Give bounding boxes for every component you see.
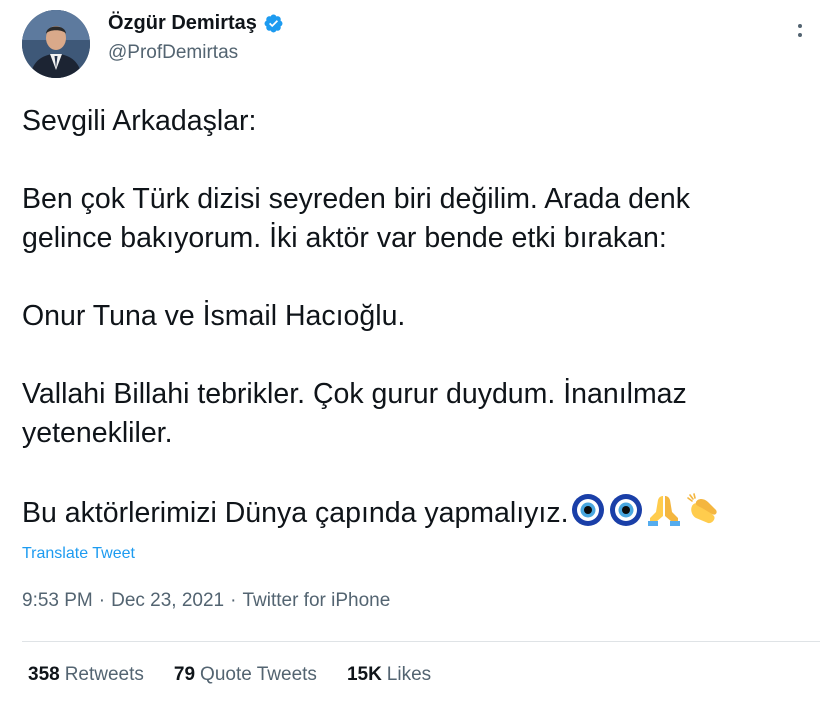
display-name-row: Özgür Demirtaş xyxy=(108,10,284,36)
nazar-amulet-icon xyxy=(572,494,605,526)
tweet-line: yetenekliler. xyxy=(22,417,173,449)
author-block: Özgür Demirtaş @ProfDemirtas xyxy=(108,10,284,64)
retweets-stat[interactable]: 358 Retweets xyxy=(28,664,144,686)
more-dot-icon xyxy=(798,24,802,28)
tweet-time[interactable]: 9:53 PM xyxy=(22,590,93,612)
display-name[interactable]: Özgür Demirtaş xyxy=(108,12,257,35)
tweet-line: Sevgili Arkadaşlar: xyxy=(22,105,257,137)
more-options-button[interactable] xyxy=(792,18,812,48)
quote-tweets-stat[interactable]: 79 Quote Tweets xyxy=(174,664,317,686)
more-dot-icon xyxy=(798,33,802,37)
handle[interactable]: @ProfDemirtas xyxy=(108,42,284,64)
verified-badge-icon xyxy=(264,14,283,32)
meta-separator: · xyxy=(230,590,237,611)
tweet-date[interactable]: Dec 23, 2021 xyxy=(111,590,224,612)
tweet-line: Bu aktörlerimizi Dünya çapında yapmalıyı… xyxy=(22,497,569,529)
emoji-row xyxy=(568,492,720,528)
retweets-count: 358 xyxy=(28,664,60,685)
folded-hands-icon xyxy=(648,496,681,526)
quote-tweets-label: Quote Tweets xyxy=(200,664,317,685)
divider xyxy=(22,641,820,642)
tweet-header: Özgür Demirtaş @ProfDemirtas xyxy=(22,6,812,82)
retweets-label: Retweets xyxy=(64,664,144,685)
meta-separator: · xyxy=(98,590,106,611)
tweet-line: Vallahi Billahi tebrikler. Çok gurur duy… xyxy=(22,378,687,410)
tweet-line: gelince bakıyorum. İki aktör var bende e… xyxy=(22,222,667,254)
tweet-source[interactable]: Twitter for iPhone xyxy=(242,590,390,612)
tweet-line: Onur Tuna ve İsmail Hacıoğlu. xyxy=(22,300,406,332)
tweet-line: Ben çok Türk dizisi seyreden biri değili… xyxy=(22,183,690,215)
avatar[interactable] xyxy=(22,10,90,78)
tweet-text: Sevgili Arkadaşlar: Ben çok Türk dizisi … xyxy=(22,102,817,533)
clapping-hands-icon xyxy=(687,493,718,524)
tweet-meta: 9:53 PM · Dec 23, 2021 · Twitter for iPh… xyxy=(22,590,390,612)
likes-count: 15K xyxy=(346,664,382,685)
profile-photo-icon xyxy=(22,10,90,78)
translate-tweet-link[interactable]: Translate Tweet xyxy=(22,545,135,563)
tweet-last-line: Bu aktörlerimizi Dünya çapında yapmalıyı… xyxy=(22,492,817,533)
likes-label: Likes xyxy=(386,664,432,685)
engagement-stats: 358 Retweets 79 Quote Tweets 15K Likes xyxy=(28,664,431,686)
nazar-amulet-icon xyxy=(610,494,643,526)
quote-tweets-count: 79 xyxy=(173,664,196,685)
likes-stat[interactable]: 15K Likes xyxy=(347,664,431,686)
